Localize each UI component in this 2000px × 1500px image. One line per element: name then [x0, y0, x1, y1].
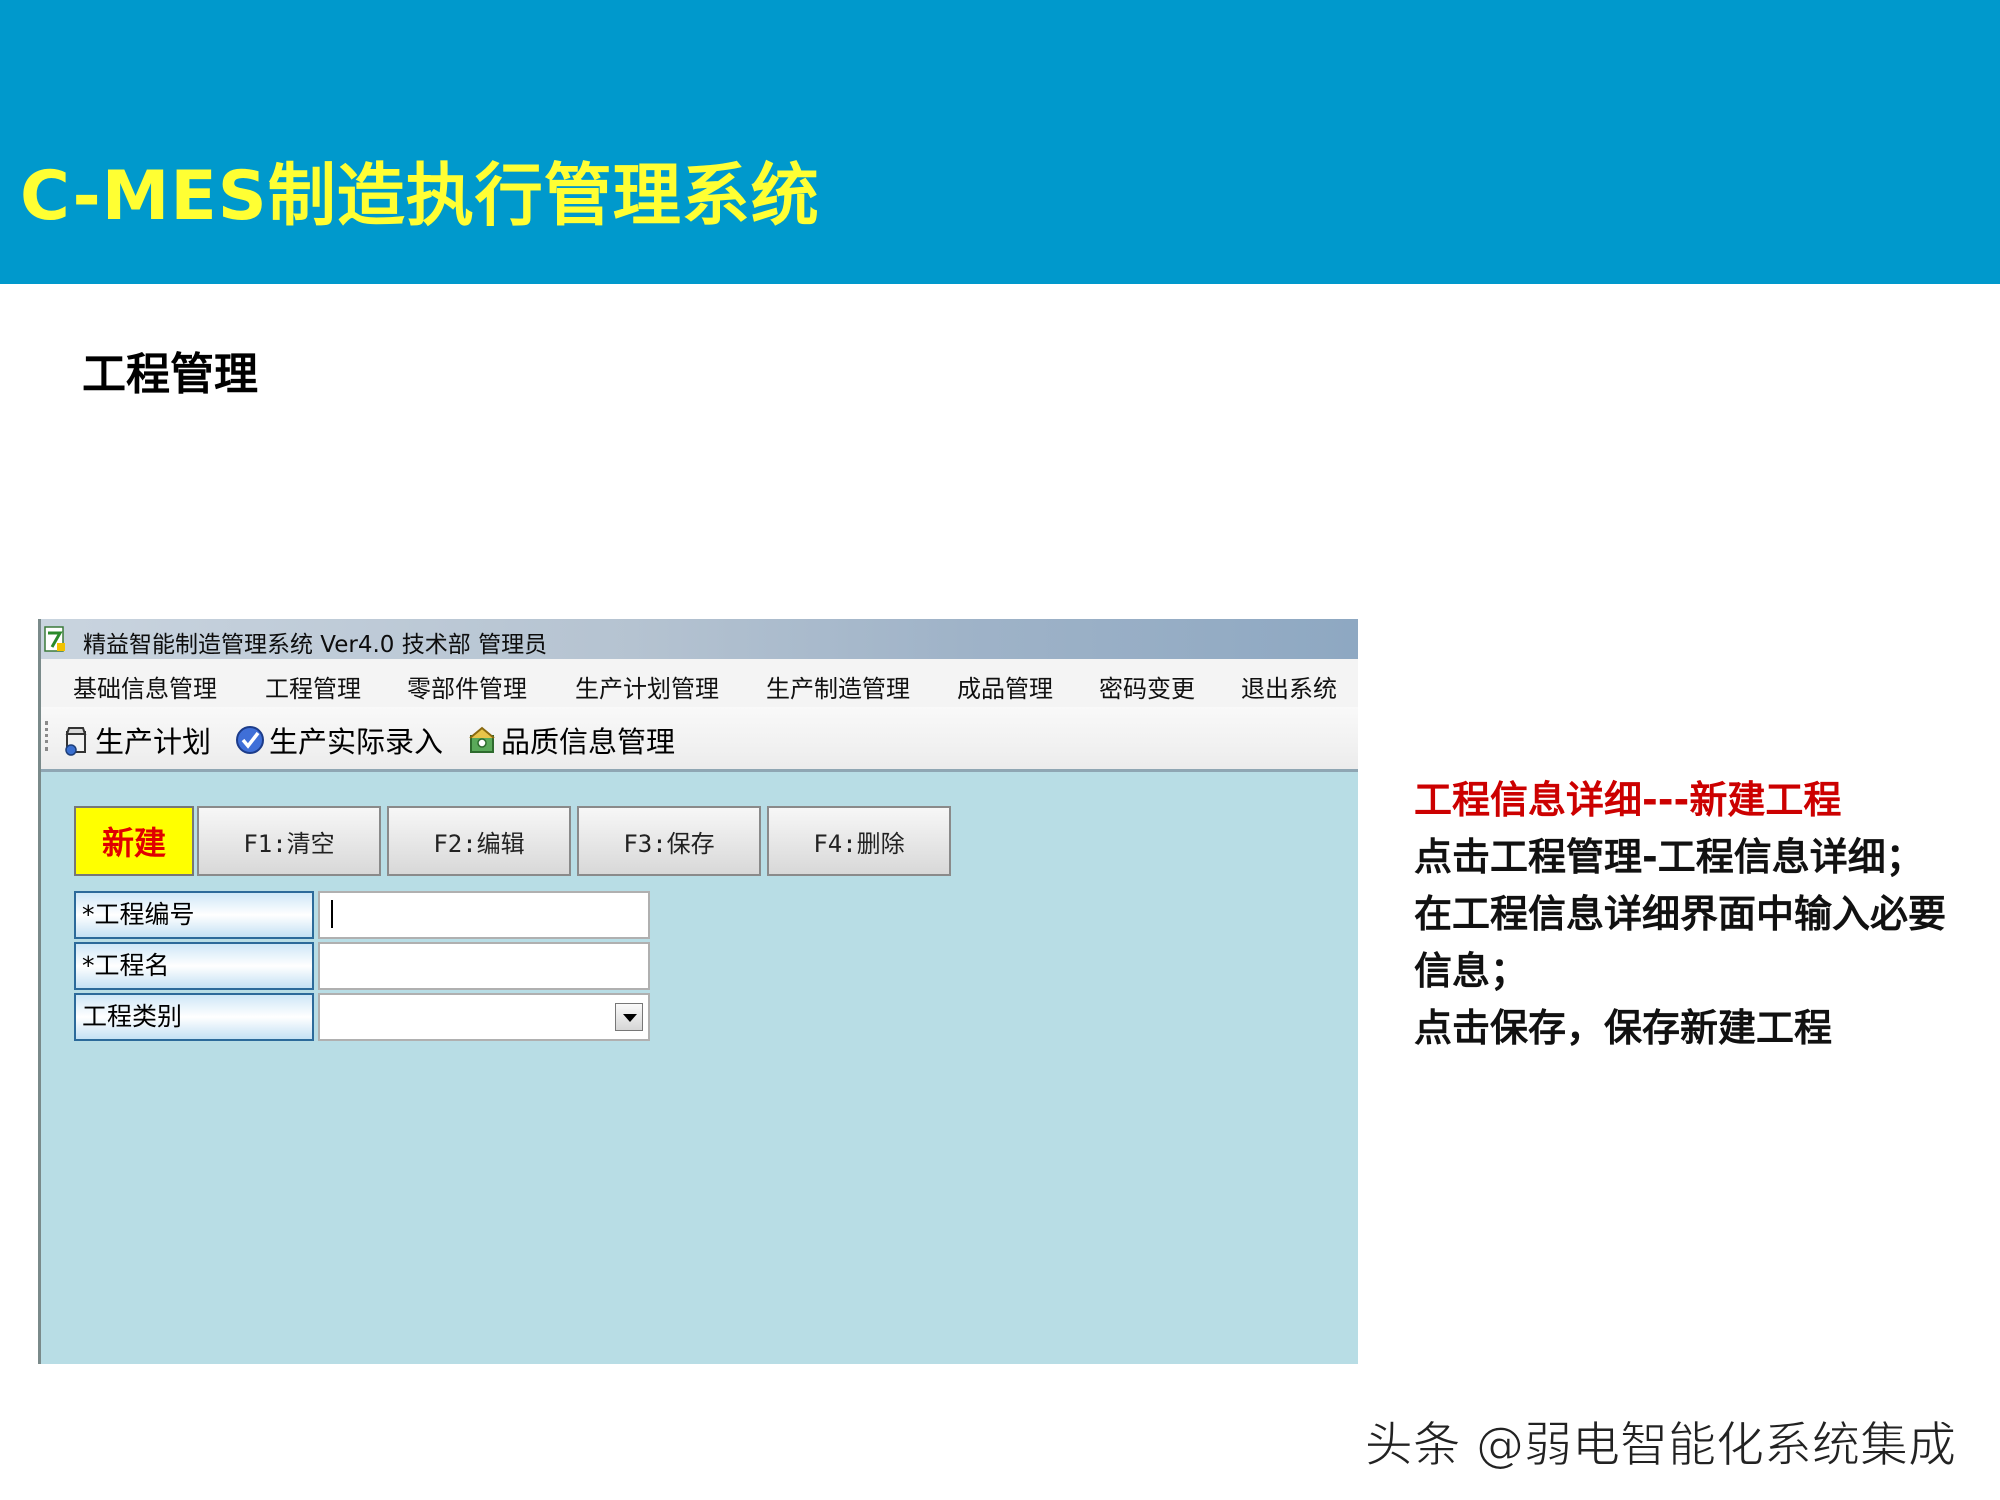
clear-button[interactable]: F1:清空 — [197, 806, 381, 876]
menu-production-manufacturing[interactable]: 生产制造管理 — [766, 669, 910, 704]
project-name-label: *工程名 — [74, 942, 314, 990]
slide-title: C-MES制造执行管理系统 — [20, 157, 820, 236]
menu-finished-goods[interactable]: 成品管理 — [957, 669, 1053, 704]
chevron-down-icon[interactable] — [615, 1003, 643, 1031]
section-title: 工程管理 — [82, 349, 258, 400]
window-titlebar[interactable]: 精益智能制造管理系统 Ver4.0 技术部 管理员 — [41, 619, 1358, 659]
toolbar: 生产计划 生产实际录入 品质信息管理 — [41, 707, 1358, 772]
menu-bar: 基础信息管理 工程管理 零部件管理 生产计划管理 生产制造管理 成品管理 密码变… — [41, 659, 1358, 708]
production-plan-icon — [65, 727, 87, 756]
project-type-label: 工程类别 — [74, 993, 314, 1041]
edit-button[interactable]: F2:编辑 — [387, 806, 571, 876]
tool-quality-management[interactable]: 品质信息管理 — [467, 719, 675, 761]
project-number-label: *工程编号 — [74, 891, 314, 939]
app-logo-icon — [44, 626, 65, 652]
menu-basic-info[interactable]: 基础信息管理 — [73, 669, 217, 704]
project-type-select[interactable] — [318, 993, 650, 1041]
tool-production-entry-label: 生产实际录入 — [269, 725, 444, 759]
checkmark-icon — [236, 726, 264, 754]
new-button[interactable]: 新建 — [74, 806, 194, 876]
tool-production-plan[interactable]: 生产计划 — [61, 719, 211, 761]
quality-icon — [469, 726, 495, 753]
description-heading: 工程信息详细---新建工程 — [1414, 778, 1842, 822]
tool-quality-management-label: 品质信息管理 — [501, 725, 676, 759]
save-button[interactable]: F3:保存 — [577, 806, 761, 876]
description-line-3: 点击保存，保存新建工程 — [1414, 1006, 1833, 1050]
menu-production-plan[interactable]: 生产计划管理 — [575, 669, 719, 704]
description-line-1: 点击工程管理-工程信息详细； — [1414, 835, 1924, 879]
description-text: 工程信息详细---新建工程 点击工程管理-工程信息详细； 在工程信息详细界面中输… — [1414, 772, 1974, 1057]
toolbar-grip[interactable] — [45, 721, 51, 751]
project-number-input[interactable] — [318, 891, 650, 939]
watermark: 头条 @弱电智能化系统集成 — [1364, 1417, 1956, 1474]
menu-change-password[interactable]: 密码变更 — [1099, 669, 1195, 704]
text-cursor — [331, 900, 333, 928]
description-line-2: 在工程信息详细界面中输入必要信息； — [1414, 892, 1947, 993]
window-title: 精益智能制造管理系统 Ver4.0 技术部 管理员 — [83, 632, 548, 658]
menu-exit-system[interactable]: 退出系统 — [1241, 669, 1337, 704]
menu-parts-management[interactable]: 零部件管理 — [407, 669, 527, 704]
tool-production-plan-label: 生产计划 — [95, 725, 212, 759]
project-name-input[interactable] — [318, 942, 650, 990]
delete-button[interactable]: F4:删除 — [767, 806, 951, 876]
menu-project-management[interactable]: 工程管理 — [265, 669, 361, 704]
tool-production-entry[interactable]: 生产实际录入 — [235, 719, 443, 761]
app-window: 精益智能制造管理系统 Ver4.0 技术部 管理员 基础信息管理 工程管理 零部… — [38, 619, 1358, 1364]
